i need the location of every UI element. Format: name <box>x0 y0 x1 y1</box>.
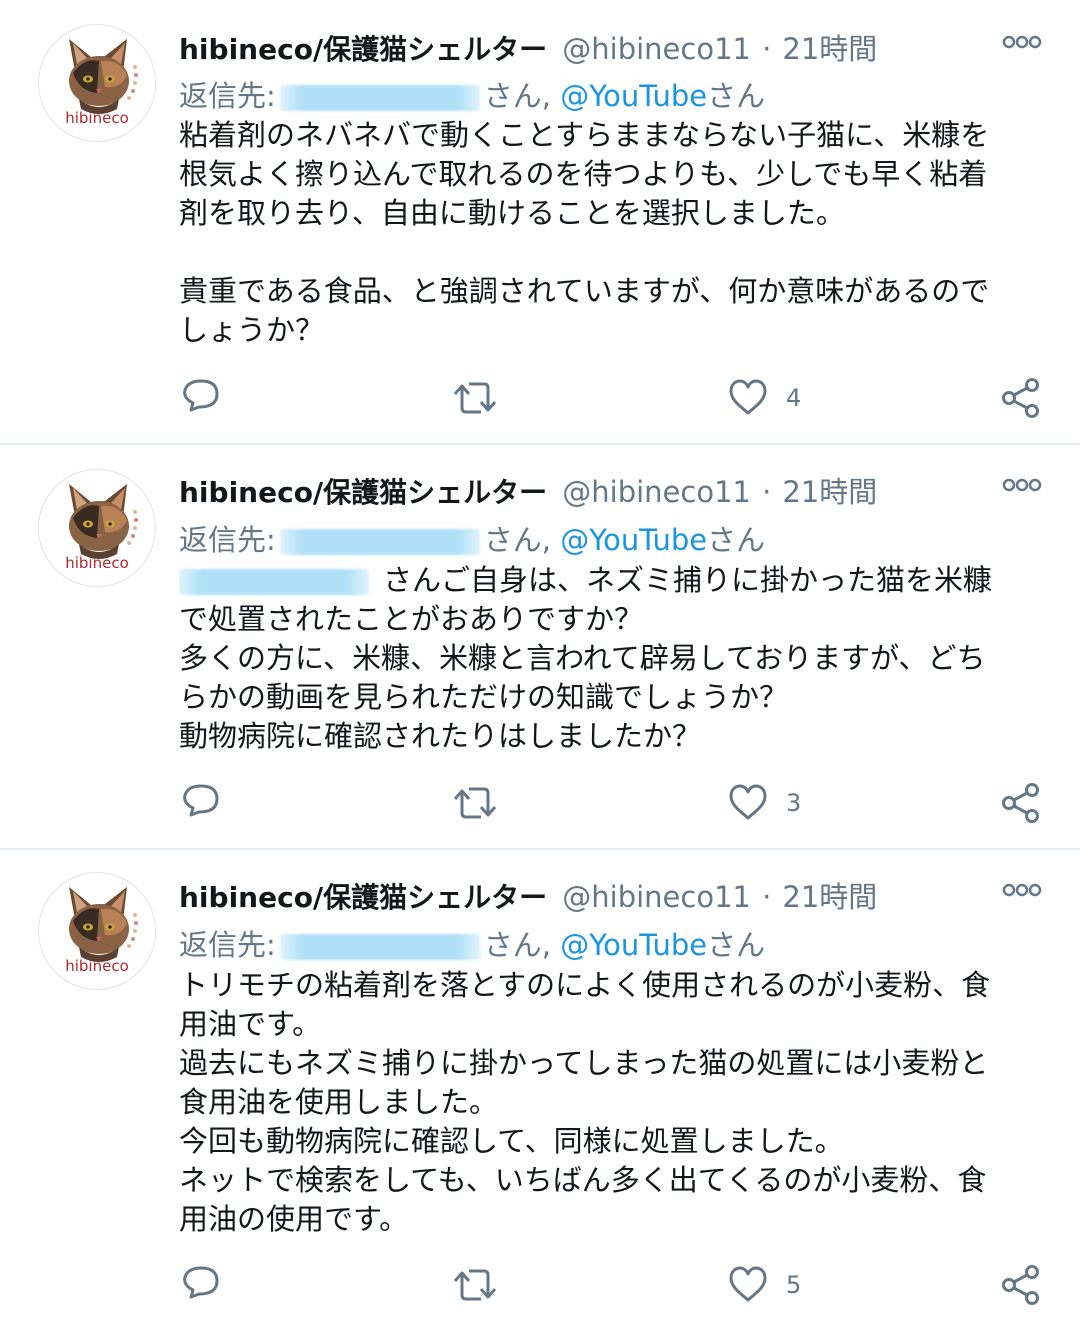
like-count: 5 <box>786 1271 802 1299</box>
reply-san: さん, <box>483 79 551 113</box>
reply-icon <box>179 1263 223 1307</box>
mention-link[interactable]: @YouTube <box>560 79 707 113</box>
reply-to-line: 返信先: さん, @YouTubeさん <box>179 922 765 962</box>
tweet[interactable]: hibineco hibineco/保護猫シェルター @hibineco11 ·… <box>0 445 1080 848</box>
tweet-line: 食用油を使用しました。 <box>179 1085 499 1119</box>
redacted-username <box>279 85 480 111</box>
tweet-line: ネットで検索をしても、いちばん多く出てくるのが小麦粉、食 <box>179 1163 987 1197</box>
share-icon <box>999 781 1043 825</box>
action-bar: 4 <box>0 373 1080 423</box>
separator-dot: · <box>762 475 772 509</box>
retweet-button[interactable] <box>451 778 499 828</box>
tweet-line: トリモチの粘着剤を落とすのによく使用されるのが小麦粉、食 <box>179 968 991 1002</box>
avatar[interactable]: hibineco <box>38 872 156 990</box>
like-count: 3 <box>786 789 802 817</box>
reply-button[interactable] <box>179 778 223 828</box>
retweet-button[interactable] <box>451 1260 499 1310</box>
display-name[interactable]: hibineco/保護猫シェルター <box>179 476 547 509</box>
user-handle[interactable]: @hibineco11 <box>562 880 751 914</box>
tweet-line: 動物病院に確認されたりはしましたか？ <box>179 719 702 753</box>
share-button[interactable] <box>999 778 1043 828</box>
tweet-line: 粘着剤のネバネバで動くことすらままならない子猫に、米糠を <box>179 118 990 152</box>
tweet-text: 粘着剤のネバネバで動くことすらままならない子猫に、米糠を 根気よく擦り込んで取れ… <box>179 116 1049 350</box>
avatar-label: hibineco <box>65 957 129 975</box>
display-name[interactable]: hibineco/保護猫シェルター <box>179 881 547 914</box>
redacted-username <box>279 529 480 555</box>
retweet-icon <box>451 781 499 825</box>
like-button[interactable]: 4 <box>726 373 801 423</box>
share-icon <box>999 1263 1043 1307</box>
user-handle[interactable]: @hibineco11 <box>562 475 751 509</box>
share-button[interactable] <box>999 1260 1043 1310</box>
like-button[interactable]: 5 <box>726 1260 801 1310</box>
tweet-line: で処置されたことがおありですか？ <box>179 602 644 636</box>
reply-to-line: 返信先: さん, @YouTubeさん <box>179 517 765 557</box>
tweet-text: さんご自身は、ネズミ捕りに掛かった猫を米糠 で処置されたことがおありですか？ 多… <box>179 561 1049 756</box>
reply-button[interactable] <box>179 1260 223 1310</box>
tweet-header: hibineco/保護猫シェルター @hibineco11 · 21時間 <box>179 874 1050 914</box>
retweet-button[interactable] <box>451 373 499 423</box>
reply-icon <box>179 781 223 825</box>
tweet-text: トリモチの粘着剤を落とすのによく使用されるのが小麦粉、食 用油です。 過去にもネ… <box>179 966 1049 1239</box>
reply-san: さん <box>707 79 766 113</box>
more-icon[interactable] <box>1002 475 1042 495</box>
tweet-line: 剤を取り去り、自由に動けることを選択しました。 <box>179 196 845 230</box>
timestamp[interactable]: 21時間 <box>782 880 877 914</box>
reply-to-line: 返信先: さん, @YouTubeさん <box>179 73 765 113</box>
share-button[interactable] <box>999 373 1043 423</box>
mention-link[interactable]: @YouTube <box>560 523 707 557</box>
like-icon <box>726 781 770 825</box>
tweet-line: らかの動画を見られただけの知識でしょうか？ <box>179 680 789 714</box>
mention-link[interactable]: @YouTube <box>560 928 707 962</box>
like-icon <box>726 376 770 420</box>
tweet-line: しょうか？ <box>179 313 325 347</box>
tweet-line: 根気よく擦り込んで取れるのを待つよりも、少しでも早く粘着 <box>179 157 988 191</box>
tweet-line: 過去にもネズミ捕りに掛かってしまった猫の処置には小麦粉と <box>179 1046 989 1080</box>
retweet-icon <box>451 376 499 420</box>
reply-san: さん, <box>483 928 551 962</box>
reply-prefix: 返信先: <box>179 79 276 113</box>
avatar-label: hibineco <box>65 109 129 127</box>
avatar[interactable]: hibineco <box>38 469 156 587</box>
tweet[interactable]: hibineco hibineco/保護猫シェルター @hibineco11 ·… <box>0 850 1080 1324</box>
like-icon <box>726 1263 770 1307</box>
user-handle[interactable]: @hibineco11 <box>562 32 751 66</box>
reply-san: さん, <box>483 523 551 557</box>
tweet-line-text: さんご自身は、ネズミ捕りに掛かった猫を米糠 <box>383 563 993 597</box>
separator-dot: · <box>762 880 772 914</box>
tweet-line: さんご自身は、ネズミ捕りに掛かった猫を米糠 <box>179 561 1049 600</box>
tweet-line: 用油の使用です。 <box>179 1202 409 1236</box>
action-bar: 5 <box>0 1260 1080 1310</box>
avatar-label: hibineco <box>65 554 129 572</box>
retweet-icon <box>451 1263 499 1307</box>
action-bar: 3 <box>0 778 1080 828</box>
tweet-line: 今回も動物病院に確認して、同様に処置しました。 <box>179 1124 844 1158</box>
tweet-line: 貴重である食品、と強調されていますが、何か意味があるので <box>179 274 990 308</box>
tweet-header: hibineco/保護猫シェルター @hibineco11 · 21時間 <box>179 26 1050 66</box>
reply-prefix: 返信先: <box>179 928 276 962</box>
like-button[interactable]: 3 <box>726 778 801 828</box>
timestamp[interactable]: 21時間 <box>782 32 877 66</box>
display-name[interactable]: hibineco/保護猫シェルター <box>179 33 547 66</box>
share-icon <box>999 376 1043 420</box>
reply-prefix: 返信先: <box>179 523 276 557</box>
reply-san: さん <box>707 928 766 962</box>
tweet-header: hibineco/保護猫シェルター @hibineco11 · 21時間 <box>179 469 1050 509</box>
redacted-username <box>279 934 480 960</box>
timestamp[interactable]: 21時間 <box>782 475 877 509</box>
tweet-line: 多くの方に、米糠、米糠と言われて辟易しておりますが、どち <box>179 641 986 675</box>
like-count: 4 <box>786 384 802 412</box>
separator-dot: · <box>762 32 772 66</box>
reply-button[interactable] <box>179 373 223 423</box>
tweet-line: 用油です。 <box>179 1007 322 1041</box>
more-icon[interactable] <box>1002 880 1042 900</box>
avatar[interactable]: hibineco <box>38 24 156 142</box>
reply-san: さん <box>707 523 766 557</box>
tweet[interactable]: hibineco hibineco/保護猫シェルター @hibineco11 ·… <box>0 0 1080 443</box>
reply-icon <box>179 376 223 420</box>
redacted-username <box>179 569 369 595</box>
more-icon[interactable] <box>1002 32 1042 52</box>
